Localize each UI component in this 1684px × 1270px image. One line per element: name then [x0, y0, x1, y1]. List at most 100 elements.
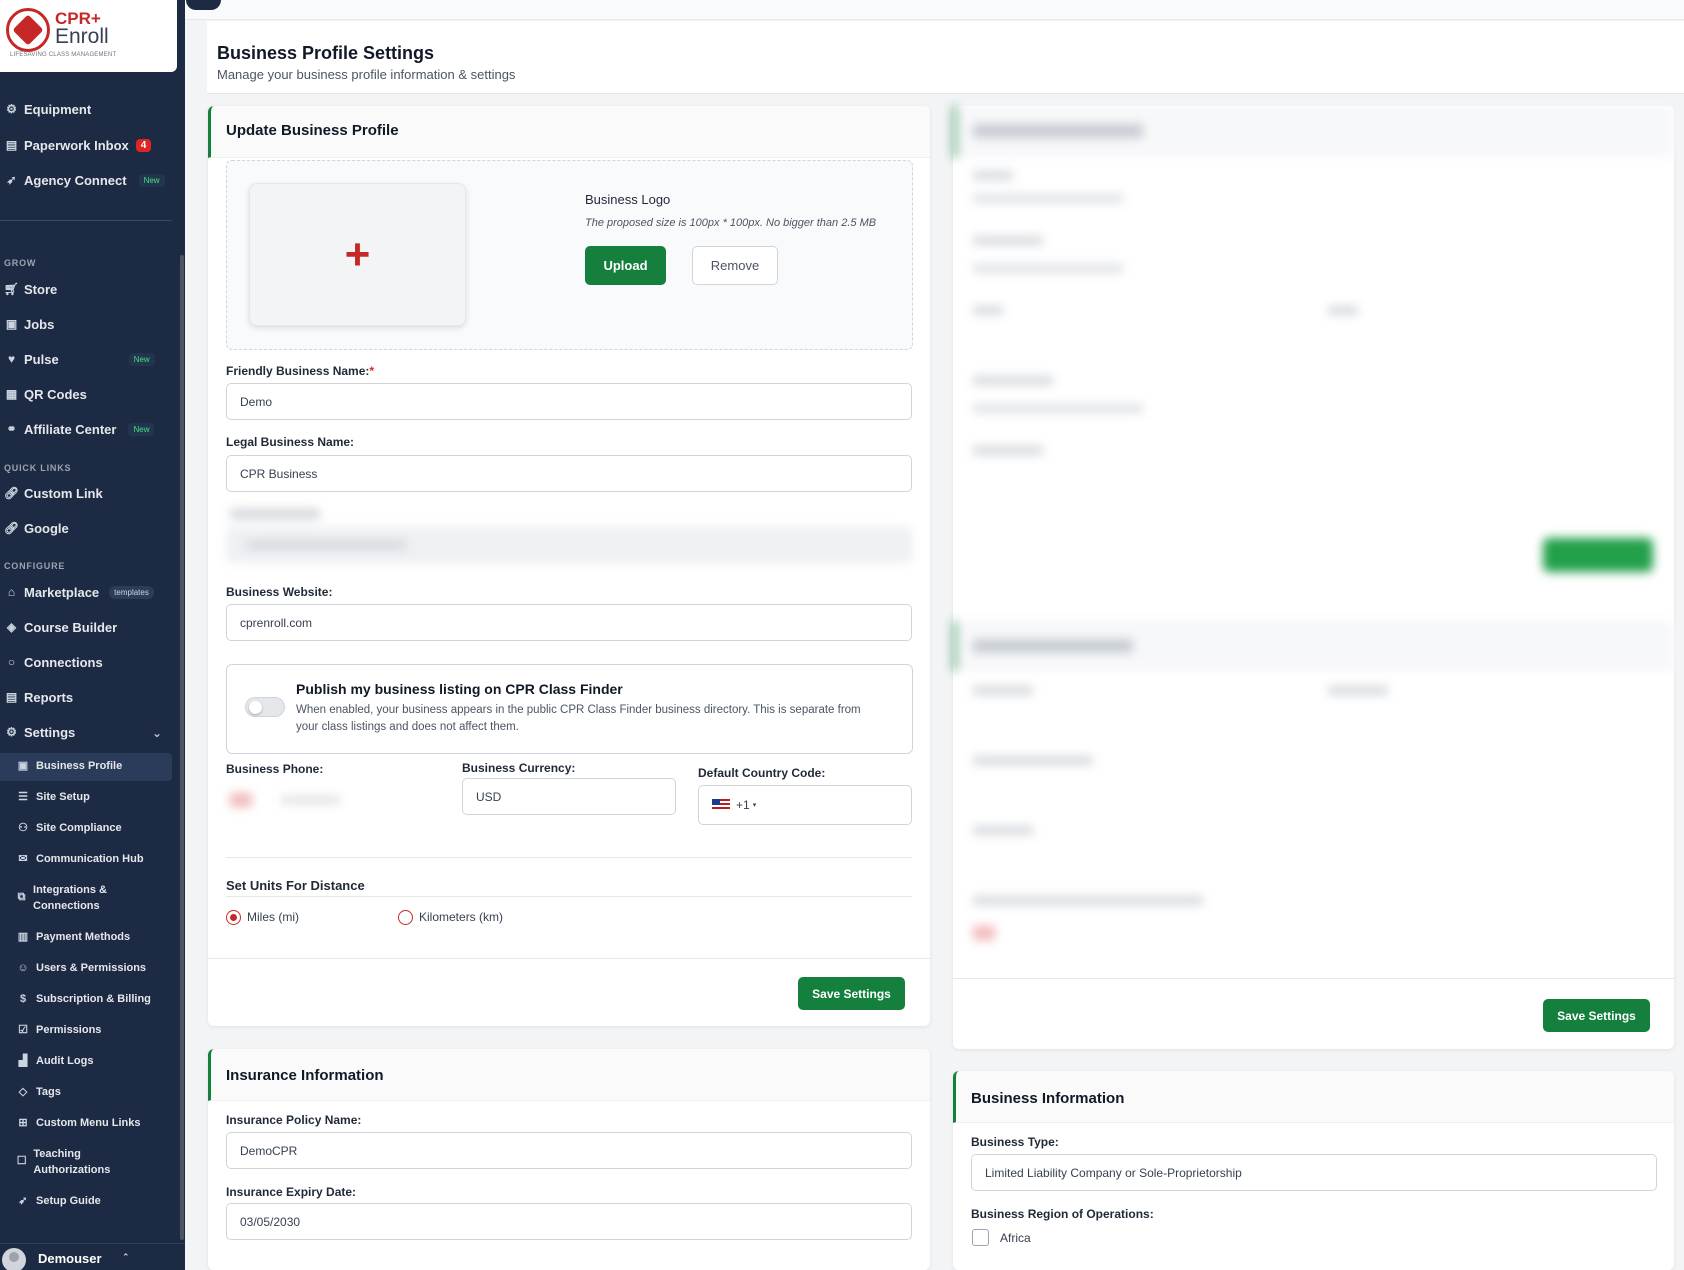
sidebar-item-store[interactable]: 🛒︎ Store: [4, 278, 57, 300]
heart-icon: ♥: [7, 352, 16, 366]
card-title: Update Business Profile: [226, 122, 399, 139]
sidebar-subitem-audit-logs[interactable]: ▟ Audit Logs: [16, 1053, 94, 1069]
sidebar-item-qr-codes[interactable]: ▦ QR Codes: [4, 383, 87, 405]
sidebar-subitem-custom-menu-links[interactable]: ⊞ Custom Menu Links: [16, 1115, 140, 1131]
country-code-select[interactable]: +1 ▾: [698, 785, 912, 825]
tag-icon: ◇: [18, 1086, 28, 1098]
legal-name-label: Legal Business Name:: [226, 435, 355, 449]
policy-name-label: Insurance Policy Name:: [226, 1113, 362, 1127]
sidebar-item-label: Settings: [24, 724, 76, 740]
expiry-date-field[interactable]: 03/05/2030: [226, 1203, 912, 1240]
sidebar-subitem-integrations[interactable]: ⧉ Integrations & Connections: [16, 882, 146, 914]
card-title: Insurance Information: [226, 1067, 384, 1084]
sidebar-item-pulse[interactable]: ♥ Pulse New: [4, 348, 155, 370]
link-icon: 🔗︎: [3, 521, 20, 535]
new-badge: New: [138, 173, 165, 187]
sidebar-item-reports[interactable]: ▤ Reports: [4, 686, 73, 708]
radio-miles-label: Miles (mi): [247, 910, 299, 924]
page-subtitle: Manage your business profile information…: [217, 67, 516, 82]
logo-brand-bottom: Enroll: [55, 25, 109, 48]
region-label: Business Region of Operations:: [971, 1207, 1154, 1221]
sidebar-item-connections[interactable]: ○ Connections: [4, 651, 103, 673]
sidebar-item-label: Setup Guide: [36, 1195, 101, 1207]
legal-name-field[interactable]: CPR Business: [226, 455, 912, 492]
sidebar-item-label: Connections: [24, 654, 103, 670]
new-badge: New: [128, 352, 155, 366]
sidebar-scrollbar[interactable]: [180, 255, 184, 1240]
chevron-up-icon[interactable]: ⌃: [122, 1252, 130, 1263]
sidebar-subitem-payment-methods[interactable]: ▥ Payment Methods: [16, 929, 130, 945]
receipt-icon: ▥: [17, 931, 29, 943]
policy-name-field[interactable]: DemoCPR: [226, 1132, 912, 1169]
network-icon: ⧉: [17, 891, 26, 903]
redacted-content: [953, 106, 1674, 986]
sidebar-collapse-toggle[interactable]: [186, 0, 221, 10]
handshake-icon: ⚭: [6, 422, 17, 436]
graduation-icon: ◈: [6, 620, 17, 634]
section-heading-grow: GROW: [4, 258, 37, 268]
sidebar-subitem-setup-guide[interactable]: ➶ Setup Guide: [16, 1193, 101, 1209]
sidebar-item-custom-link[interactable]: 🔗︎ Custom Link: [4, 482, 103, 504]
sidebar-item-settings[interactable]: ⚙ Settings: [4, 721, 75, 743]
sidebar-item-google[interactable]: 🔗︎ Google: [4, 517, 69, 539]
publish-title: Publish my business listing on CPR Class…: [296, 681, 623, 697]
sidebar-subitem-communication-hub[interactable]: ✉ Communication Hub: [16, 851, 143, 867]
divider: [226, 857, 912, 858]
business-type-select[interactable]: Limited Liability Company or Sole-Propri…: [971, 1154, 1657, 1191]
save-settings-button[interactable]: Save Settings: [798, 977, 905, 1010]
new-badge: New: [128, 422, 155, 436]
phone-field[interactable]: [226, 785, 376, 815]
publish-description: When enabled, your business appears in t…: [296, 704, 861, 733]
sidebar-item-agency-connect[interactable]: ➶ Agency Connect New: [4, 169, 165, 191]
sidebar-subitem-teaching-authorizations[interactable]: ☐ Teaching Authorizations: [16, 1146, 136, 1178]
qr-icon: ▦: [5, 387, 18, 401]
sidebar-subitem-permissions[interactable]: ☑ Permissions: [16, 1022, 101, 1038]
sidebar-item-marketplace[interactable]: ⌂ Marketplace templates: [4, 581, 154, 603]
upload-button[interactable]: Upload: [585, 246, 666, 285]
sidebar-item-label: Site Compliance: [36, 822, 122, 834]
units-label: Set Units For Distance: [226, 878, 365, 893]
divider: [953, 978, 1674, 979]
sidebar-item-affiliate-center[interactable]: ⚭ Affiliate Center New: [4, 418, 155, 440]
sidebar-item-label: Tags: [36, 1086, 61, 1098]
publish-toggle[interactable]: [245, 697, 285, 717]
sidebar-subitem-site-compliance[interactable]: ⚇ Site Compliance: [16, 820, 122, 836]
clipboard-icon: ☐: [16, 1155, 27, 1167]
sidebar-item-equipment[interactable]: ⚙ Equipment: [4, 98, 91, 120]
friendly-name-field[interactable]: Demo: [226, 383, 912, 420]
sidebar: CPR+ Enroll LIFESAVING CLASS MANAGEMENT …: [0, 0, 185, 1270]
avatar: [2, 1248, 26, 1270]
sidebar-item-label: Audit Logs: [36, 1055, 94, 1067]
region-checkbox-africa[interactable]: [972, 1229, 989, 1246]
report-icon: ▤: [5, 690, 18, 704]
sidebar-item-label: Permissions: [36, 1024, 102, 1036]
sliders-icon: ☰: [18, 791, 28, 803]
expiry-date-label: Insurance Expiry Date:: [226, 1185, 357, 1199]
logo-dropzone[interactable]: +: [249, 183, 466, 326]
inbox-icon: ▤: [5, 138, 18, 152]
sidebar-subitem-business-profile[interactable]: ▣ Business Profile: [16, 758, 122, 774]
sidebar-item-paperwork-inbox[interactable]: ▤ Paperwork Inbox 4: [4, 134, 152, 156]
sidebar-item-course-builder[interactable]: ◈ Course Builder: [4, 616, 117, 638]
save-settings-button[interactable]: Save Settings: [1543, 999, 1650, 1032]
currency-label: Business Currency:: [462, 761, 576, 775]
user-menu[interactable]: Demouser ⌃: [0, 1243, 185, 1270]
sidebar-subitem-subscription-billing[interactable]: $ Subscription & Billing: [16, 991, 151, 1007]
sidebar-item-label: Marketplace: [24, 584, 100, 600]
sidebar-subitem-site-setup[interactable]: ☰ Site Setup: [16, 789, 90, 805]
sidebar-item-jobs[interactable]: ▣ Jobs: [4, 313, 55, 335]
user-name: Demouser: [38, 1251, 102, 1266]
chevron-down-icon[interactable]: ⌄: [152, 726, 162, 740]
briefcase-icon: ▣: [5, 317, 18, 331]
brand-logo[interactable]: CPR+ Enroll LIFESAVING CLASS MANAGEMENT: [0, 0, 177, 72]
sidebar-item-label: Google: [24, 520, 69, 536]
sidebar-subitem-tags[interactable]: ◇ Tags: [16, 1084, 61, 1100]
website-field[interactable]: cprenroll.com: [226, 604, 912, 641]
radio-kilometers[interactable]: [398, 910, 413, 925]
sidebar-subitem-users-permissions[interactable]: ☺ Users & Permissions: [16, 960, 146, 976]
clipboard-check-icon: ☑: [18, 1024, 28, 1036]
currency-field[interactable]: USD: [462, 778, 676, 815]
remove-button[interactable]: Remove: [692, 246, 778, 285]
link-icon: 🔗︎: [3, 486, 20, 500]
radio-miles[interactable]: [226, 910, 241, 925]
